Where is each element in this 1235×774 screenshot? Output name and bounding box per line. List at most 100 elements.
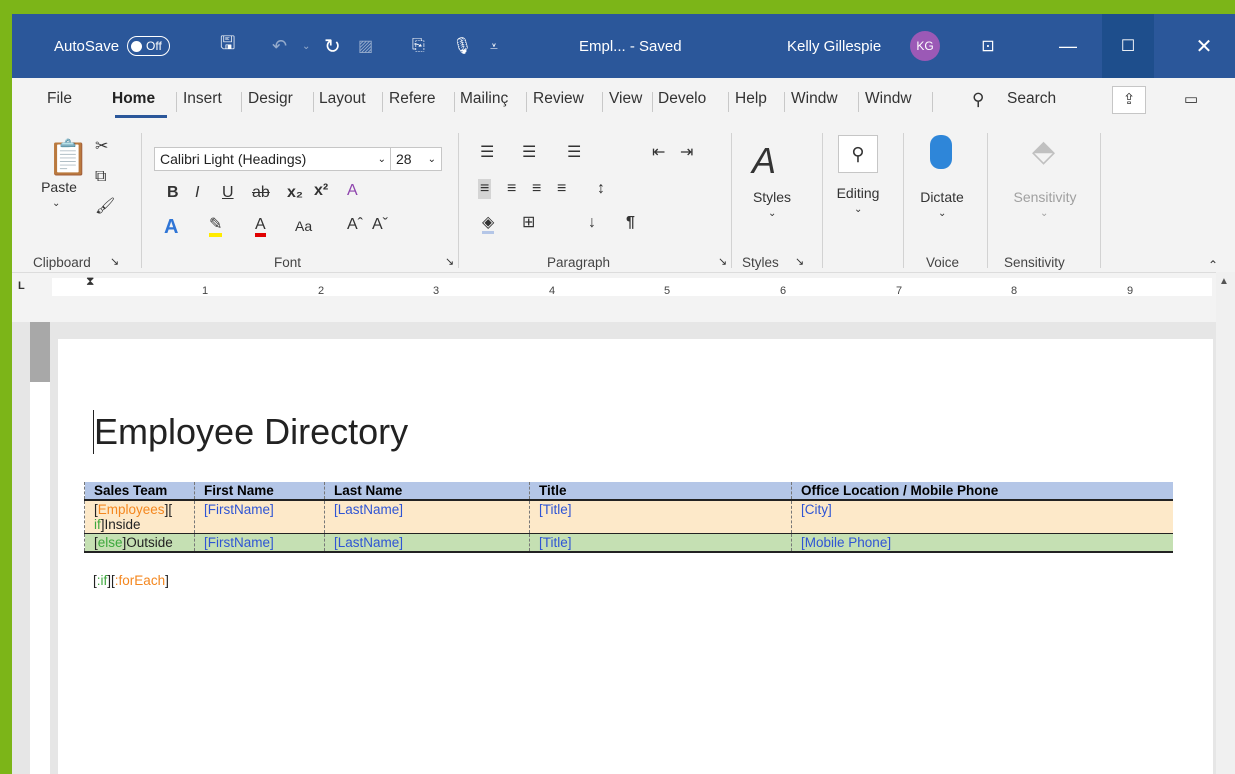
cell-sales-team[interactable]: [else]Outside [84, 533, 195, 553]
cell-last-name[interactable]: [LastName] [324, 533, 530, 553]
numbering-icon[interactable]: ☰ [522, 145, 536, 161]
minimize-button[interactable]: — [1042, 14, 1094, 78]
cell-last-name[interactable]: [LastName] [324, 500, 530, 534]
share-icon[interactable]: ⇪ [1112, 86, 1146, 114]
styles-label[interactable]: Styles [744, 189, 800, 205]
tab-view[interactable]: View [609, 90, 642, 108]
decrease-indent-icon[interactable]: ⇤ [652, 145, 665, 161]
dialog-launcher-icon[interactable]: ↘ [110, 257, 119, 268]
styles-icon[interactable]: A [752, 143, 776, 179]
shrink-font-icon[interactable]: Aˇ [372, 217, 388, 233]
cell-title[interactable]: [Title] [529, 500, 792, 534]
vertical-scrollbar[interactable]: ▲ [1216, 272, 1235, 774]
ribbon-display-icon[interactable]: ⊡ [962, 14, 1014, 78]
undo-dropdown-icon[interactable]: ⌄ [302, 14, 310, 78]
underline-icon[interactable]: U [222, 185, 234, 201]
tab-insert[interactable]: Insert [183, 90, 222, 108]
strikethrough-icon[interactable]: ab [252, 185, 270, 201]
tab-window-2[interactable]: Windw [865, 90, 912, 108]
format-painter-icon[interactable]: 🖌 [95, 199, 115, 215]
italic-icon[interactable]: I [195, 185, 199, 201]
header-last-name[interactable]: Last Name [324, 482, 530, 501]
redo-icon[interactable]: ↻ [324, 14, 341, 78]
format-painter-qa-icon[interactable]: ▨ [358, 14, 373, 78]
clear-formatting-icon[interactable]: A [347, 183, 358, 199]
align-left-icon[interactable]: ≡ [478, 179, 492, 199]
chevron-down-icon[interactable]: ⌄ [1040, 209, 1048, 219]
header-first-name[interactable]: First Name [194, 482, 325, 501]
search-label[interactable]: Search [1007, 90, 1056, 108]
highlight-icon[interactable]: ✎ [209, 217, 223, 237]
microphone-qa-icon[interactable]: 🎙 [452, 14, 472, 78]
save-icon[interactable]: 🖫 [220, 14, 235, 78]
tab-home[interactable]: Home [112, 90, 155, 108]
tab-mailings[interactable]: Mailinç [460, 90, 508, 108]
cell-first-name[interactable]: [FirstName] [194, 500, 325, 534]
bullets-icon[interactable]: ☰ [480, 145, 494, 161]
cell-location[interactable]: [City] [791, 500, 1173, 534]
grow-font-icon[interactable]: Aˆ [347, 217, 363, 233]
align-center-icon[interactable]: ≡ [507, 181, 516, 197]
editing-label[interactable]: Editing [827, 185, 889, 201]
paste-icon[interactable]: 📋 [47, 141, 89, 175]
close-button[interactable]: ✕ [1178, 14, 1230, 78]
sensitivity-label[interactable]: Sensitivity [1000, 189, 1090, 205]
chevron-down-icon[interactable]: ⌄ [938, 209, 946, 219]
editing-search-icon[interactable]: ⚲ [838, 135, 878, 173]
chevron-down-icon[interactable]: ⌄ [854, 205, 862, 215]
collapse-ribbon-icon[interactable]: ⌃ [1208, 259, 1218, 271]
tab-review[interactable]: Review [533, 90, 584, 108]
indent-marker-icon[interactable]: ⧗ [86, 275, 94, 287]
text-effects-icon[interactable]: A [164, 217, 178, 237]
document-page[interactable]: Employee Directory Sales Team First Name… [58, 339, 1213, 774]
line-spacing-icon[interactable]: ↕ [597, 181, 605, 197]
tab-design[interactable]: Desigr [248, 90, 293, 108]
autosave-toggle[interactable]: Off [127, 36, 170, 56]
cell-title[interactable]: [Title] [529, 533, 792, 553]
user-avatar-wrap[interactable]: KG [910, 14, 940, 78]
change-case-icon[interactable]: Aa [295, 219, 312, 233]
chevron-down-icon[interactable]: ⌄ [768, 209, 776, 219]
vertical-ruler[interactable] [30, 322, 50, 774]
microphone-icon[interactable] [930, 135, 952, 169]
cell-first-name[interactable]: [FirstName] [194, 533, 325, 553]
borders-icon[interactable]: ⊞ [522, 215, 535, 231]
cell-location[interactable]: [Mobile Phone] [791, 533, 1173, 553]
maximize-button[interactable]: ☐ [1102, 14, 1154, 78]
ruler-strip[interactable]: 1 2 3 4 5 6 7 8 9 [52, 278, 1212, 297]
superscript-icon[interactable]: x² [314, 183, 328, 199]
end-tags[interactable]: [:if][:forEach] [93, 573, 169, 588]
dialog-launcher-icon[interactable]: ↘ [445, 257, 454, 268]
header-office-location[interactable]: Office Location / Mobile Phone [791, 482, 1173, 501]
multilevel-list-icon[interactable]: ☰ [567, 145, 581, 161]
customize-qa-icon[interactable]: ⩡ [490, 14, 498, 78]
cell-sales-team[interactable]: [Employees][if]Inside [84, 500, 195, 534]
increase-indent-icon[interactable]: ⇥ [680, 145, 693, 161]
comments-icon[interactable]: ▭ [1184, 90, 1198, 108]
sensitivity-icon[interactable]: ⬘ [1032, 137, 1055, 167]
user-name[interactable]: Kelly Gillespie [787, 14, 881, 78]
copy-icon[interactable]: ⧉ [95, 169, 106, 185]
search-icon[interactable]: ⚲ [972, 90, 984, 110]
tab-window-1[interactable]: Windw [791, 90, 838, 108]
subscript-icon[interactable]: x₂ [287, 185, 303, 201]
cut-icon[interactable]: ✂ [95, 139, 108, 155]
bold-icon[interactable]: B [167, 185, 179, 201]
tab-references[interactable]: Refere [389, 90, 436, 108]
dialog-launcher-icon[interactable]: ↘ [795, 257, 804, 268]
employee-table[interactable]: Sales Team First Name Last Name Title Of… [84, 482, 1173, 553]
tab-help[interactable]: Help [735, 90, 767, 108]
font-color-icon[interactable]: A [255, 217, 266, 237]
font-size-dropdown[interactable]: 28 ⌄ [390, 147, 442, 171]
tab-selector-icon[interactable]: L [18, 281, 25, 292]
show-marks-icon[interactable]: ¶ [626, 215, 635, 231]
scroll-up-icon[interactable]: ▲ [1219, 276, 1229, 287]
touch-mode-icon[interactable]: ⎘ [412, 14, 425, 78]
dictate-label[interactable]: Dictate [910, 189, 974, 205]
justify-icon[interactable]: ≡ [557, 181, 566, 197]
undo-icon[interactable]: ↶ [272, 14, 287, 78]
tab-developer[interactable]: Develo [658, 90, 706, 108]
tab-file[interactable]: File [47, 90, 72, 108]
paste-dropdown-icon[interactable]: ⌄ [52, 199, 60, 209]
header-title[interactable]: Title [529, 482, 792, 501]
